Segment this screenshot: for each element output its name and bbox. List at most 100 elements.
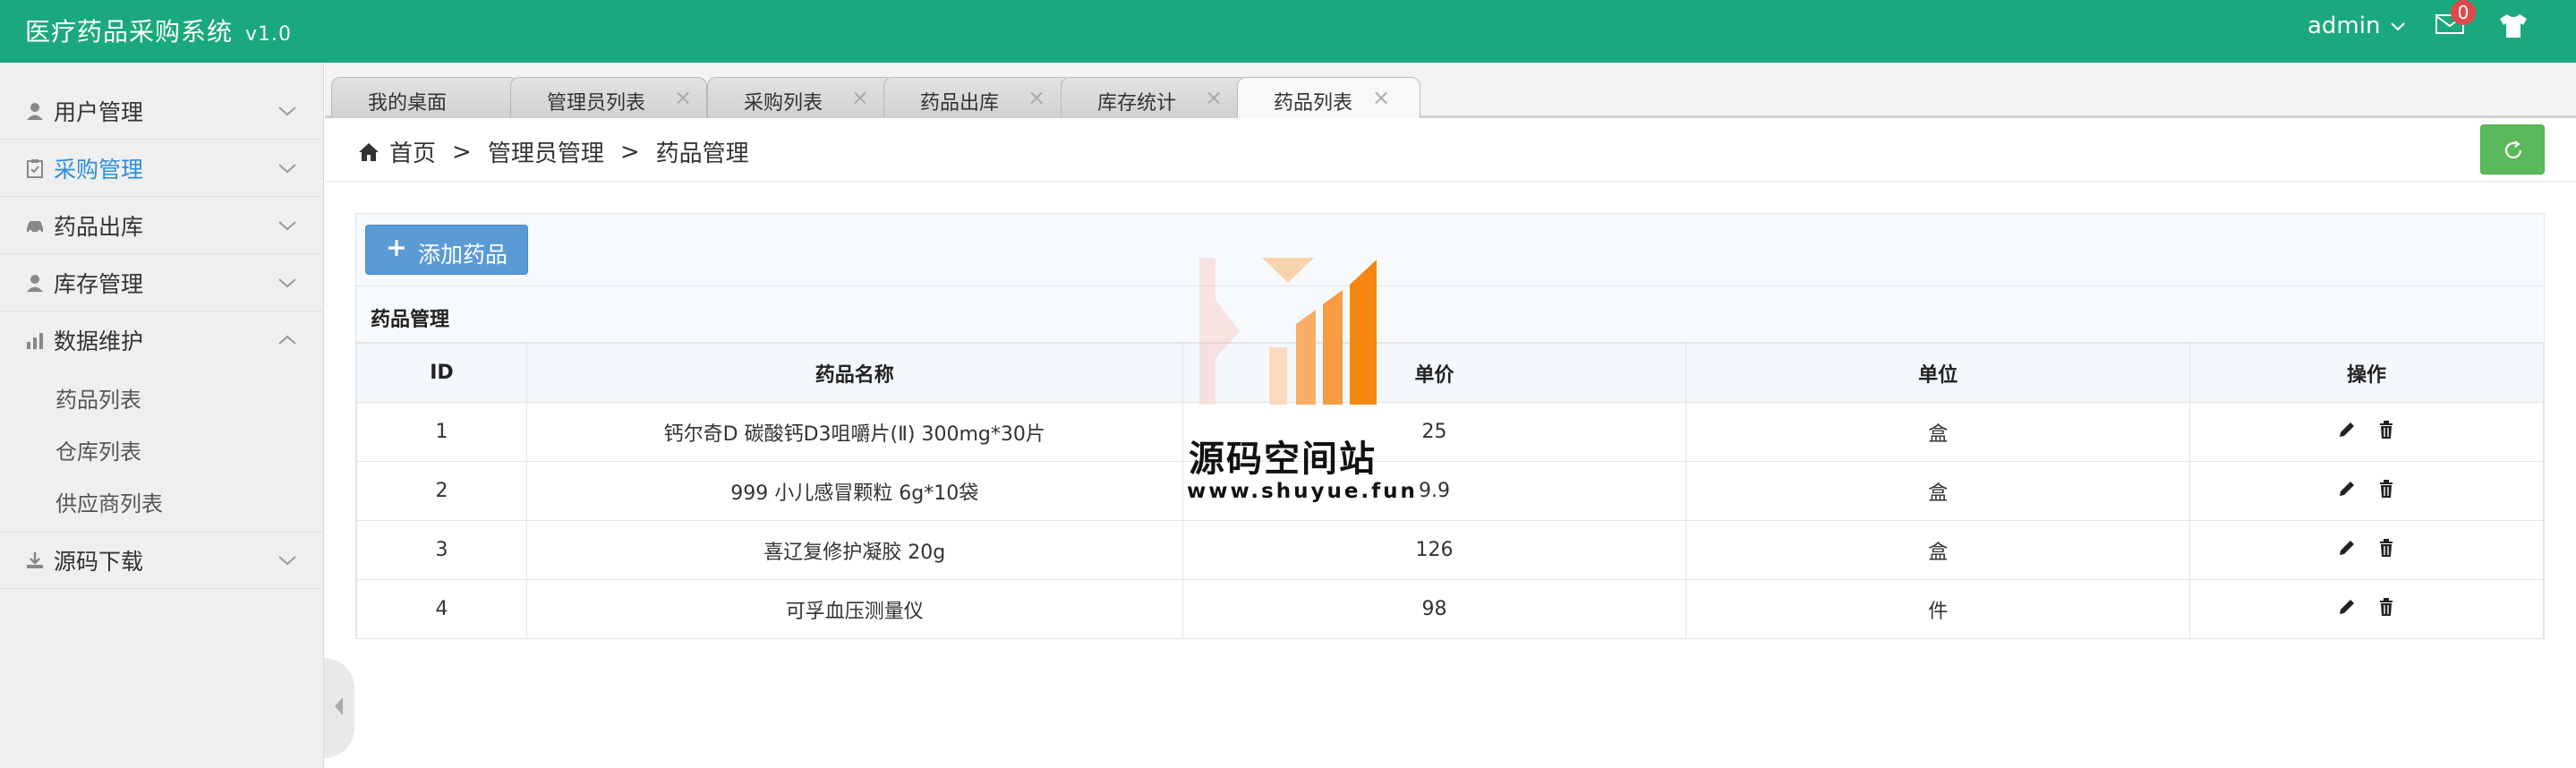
breadcrumb-separator: > [452,138,472,166]
tab-label: 药品出库 [920,92,1000,115]
tab-inventory-stats[interactable]: 库存统计 × [1061,77,1249,118]
sidebar-subitem-drug-list[interactable]: 药品列表 [55,382,141,414]
tab-bar: 我的桌面 管理员列表 × 采购列表 × 药品出库 × 库存统计 × 药品列表 × [325,63,2576,118]
chevron-down-icon [2391,22,2406,31]
user-menu[interactable]: admin [2307,13,2407,39]
sidebar-collapse-handle[interactable] [324,658,354,758]
cell-price: 98 [1181,579,1687,639]
breadcrumb-separator: > [619,138,640,166]
cell-price: 126 [1181,520,1687,580]
tab-admin-list[interactable]: 管理员列表 × [510,77,707,118]
user-name: admin [2307,13,2381,39]
app-title: 医疗药品采购系统 v1.0 [25,13,292,48]
sidebar-item-label: 数据维护 [54,329,144,354]
tab-label: 药品列表 [1274,92,1353,115]
close-icon[interactable]: × [851,85,869,110]
sidebar-item-drug-outbound[interactable]: 药品出库 [0,197,324,254]
cell-actions [2189,579,2544,639]
tab-my-desktop[interactable]: 我的桌面 [331,77,519,118]
trash-icon[interactable] [2376,420,2396,439]
home-icon [359,142,379,161]
add-drug-label: 添加药品 [418,242,508,268]
sidebar-subitem-warehouse-list[interactable]: 仓库列表 [55,434,141,465]
close-icon[interactable]: × [1028,85,1045,110]
add-drug-button[interactable]: 添加药品 [365,225,528,275]
table-header-row: ID 药品名称 单价 单位 操作 [356,343,2544,403]
tab-purchase-list[interactable]: 采购列表 × [707,77,895,118]
sidebar-subitem-supplier-list[interactable]: 供应商列表 [55,486,163,517]
column-header-name: 药品名称 [525,343,1183,403]
sidebar-item-label: 药品出库 [54,213,144,240]
close-icon[interactable]: × [1372,85,1390,110]
mail-count-badge: 0 [2451,0,2476,25]
tab-label: 管理员列表 [547,92,646,115]
user-icon [27,274,43,292]
trash-icon[interactable] [2376,538,2396,558]
sidebar-item-user-management[interactable]: 用户管理 [0,82,324,140]
cell-unit: 盒 [1685,520,2191,580]
tab-label: 采购列表 [744,92,823,115]
cell-unit: 件 [1685,579,2191,639]
column-header-id: ID [356,343,527,403]
column-header-actions: 操作 [2189,343,2544,403]
cell-id: 1 [356,402,527,462]
chevron-down-icon [278,556,296,566]
chevron-down-icon [278,220,296,230]
sidebar-item-inventory-management[interactable]: 库存管理 [0,254,324,311]
edit-pencil-icon[interactable] [2337,538,2357,558]
sidebar-item-label: 采购管理 [54,156,144,183]
refresh-button[interactable] [2480,124,2545,175]
sidebar-item-data-maintenance[interactable]: 数据维护 [0,311,324,369]
refresh-icon [2504,141,2522,158]
app-version: v1.0 [245,23,293,46]
car-icon [27,220,43,234]
edit-pencil-icon[interactable] [2337,479,2357,499]
plus-icon [388,240,405,256]
tab-drug-outbound[interactable]: 药品出库 × [883,77,1071,118]
cell-unit: 盒 [1685,461,2191,521]
bar-chart-icon [27,333,43,349]
table-row: 3 喜辽复修护凝胶 20g 126 盒 [356,520,2544,580]
caret-left-icon [335,697,343,715]
cell-unit: 盒 [1685,402,2191,462]
cell-actions [2189,402,2544,462]
user-icon [27,102,43,120]
watermark: 源码空间站 www.shuyue.fun [1173,251,1415,519]
cell-actions [2189,461,2544,521]
tab-drug-list[interactable]: 药品列表 × [1237,77,1420,118]
chevron-down-icon [278,163,296,173]
drug-table: ID 药品名称 单价 单位 操作 1 钙尔奇D 碳酸钙D3咀嚼片(Ⅱ) 300m… [356,343,2544,639]
sidebar-item-label: 源码下载 [54,549,144,575]
clipboard-icon [27,158,43,178]
content-panel: 添加药品 药品管理 ID 药品名称 单价 单位 操作 1 钙尔奇D 碳酸钙D3咀… [355,213,2545,639]
cell-name: 999 小儿感冒颗粒 6g*10袋 [525,461,1183,521]
watermark-url: www.shuyue.fun [1187,480,1418,503]
cell-name: 钙尔奇D 碳酸钙D3咀嚼片(Ⅱ) 300mg*30片 [525,402,1183,462]
cell-actions [2189,520,2544,580]
breadcrumb-level1[interactable]: 管理员管理 [488,135,604,168]
close-icon[interactable]: × [1205,85,1223,110]
theme-shirt-icon[interactable] [2497,13,2529,39]
column-header-unit: 单位 [1685,343,2191,403]
download-icon [27,552,43,568]
table-row: 2 999 小儿感冒颗粒 6g*10袋 9.9 盒 [356,461,2544,521]
trash-icon[interactable] [2376,479,2396,499]
trash-icon[interactable] [2376,597,2396,617]
sidebar-item-source-download[interactable]: 源码下载 [0,532,324,589]
sidebar-item-label: 库存管理 [54,270,144,297]
tab-label: 库存统计 [1097,92,1177,115]
breadcrumb-home[interactable]: 首页 [389,135,436,168]
sidebar-item-purchase-management[interactable]: 采购管理 [0,140,324,197]
table-row: 4 可孚血压测量仪 98 件 [356,579,2544,639]
sidebar-item-label: 用户管理 [54,98,144,125]
watermark-logo-icon [1199,258,1377,405]
cell-id: 2 [356,461,527,521]
close-icon[interactable]: × [674,85,692,110]
edit-pencil-icon[interactable] [2337,420,2357,439]
app-title-text: 医疗药品采购系统 [25,17,234,47]
table-title: 药品管理 [356,286,2544,343]
edit-pencil-icon[interactable] [2337,597,2357,617]
breadcrumb: 首页 > 管理员管理 > 药品管理 [357,135,749,168]
cell-id: 3 [356,520,527,580]
top-header: 医疗药品采购系统 v1.0 admin 0 [0,0,2576,63]
